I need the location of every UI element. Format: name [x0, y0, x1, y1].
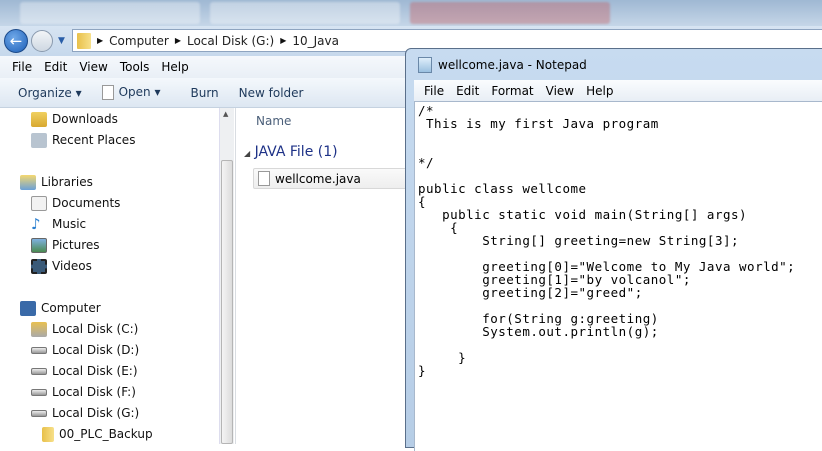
explorer-toolbar: Organize ▾ Open ▾ Burn New folder [0, 78, 405, 108]
menu-help[interactable]: Help [155, 60, 194, 74]
navigation-pane: Downloads Recent Places Libraries Docume… [0, 108, 219, 444]
nav-label: Music [52, 217, 87, 231]
menu-format[interactable]: Format [485, 84, 539, 98]
chevron-right-icon[interactable]: ▶ [97, 36, 103, 45]
drive-icon [31, 346, 47, 354]
nav-music[interactable]: ♪ Music [31, 214, 86, 234]
nav-videos[interactable]: Videos [31, 256, 92, 276]
nav-local-disk-c[interactable]: Local Disk (C:) [31, 319, 138, 339]
nav-local-disk-e[interactable]: Local Disk (E:) [31, 361, 138, 381]
pictures-icon [31, 237, 47, 253]
nav-label: Recent Places [52, 133, 136, 147]
nav-label: Videos [52, 259, 92, 273]
chevron-right-icon[interactable]: ▶ [280, 36, 286, 45]
notepad-window: wellcome.java - Notepad File Edit Format… [405, 48, 822, 451]
recent-pages-dropdown[interactable]: ▼ [58, 36, 65, 46]
nav-label: Pictures [52, 238, 100, 252]
forward-button[interactable] [31, 30, 53, 52]
notepad-title-bar[interactable]: wellcome.java - Notepad [418, 57, 587, 73]
nav-recent-places[interactable]: Recent Places [31, 130, 135, 150]
background-taskbar [0, 0, 822, 26]
nav-computer[interactable]: Computer [20, 298, 101, 318]
new-folder-button[interactable]: New folder [239, 86, 304, 100]
nav-label: Local Disk (D:) [52, 343, 140, 357]
file-item[interactable]: wellcome.java [253, 168, 413, 189]
chevron-right-icon[interactable]: ▶ [175, 36, 181, 45]
nav-label: Local Disk (C:) [52, 322, 139, 336]
back-button[interactable]: ← [4, 29, 28, 53]
documents-icon [31, 195, 47, 211]
notepad-icon [418, 57, 432, 73]
file-icon [258, 171, 270, 186]
nav-local-disk-f[interactable]: Local Disk (F:) [31, 382, 136, 402]
file-list: Name ◢ JAVA File (1) wellcome.java [235, 108, 413, 444]
blurred-window-tab [410, 2, 610, 24]
group-header[interactable]: ◢ JAVA File (1) [244, 144, 338, 160]
menu-file[interactable]: File [418, 84, 450, 98]
breadcrumb-computer[interactable]: Computer [109, 34, 169, 48]
editor-content[interactable]: /* This is my first Java program */ publ… [418, 104, 795, 377]
menu-help[interactable]: Help [580, 84, 619, 98]
nav-label: 00_PLC_Backup [59, 427, 153, 441]
nav-label: Local Disk (F:) [52, 385, 136, 399]
drive-icon [31, 409, 47, 417]
drive-icon [31, 388, 47, 396]
libraries-icon [20, 174, 36, 190]
menu-edit[interactable]: Edit [450, 84, 485, 98]
breadcrumb-local-disk-g[interactable]: Local Disk (G:) [187, 34, 274, 48]
blurred-window-tab [210, 2, 400, 24]
notepad-menu-bar: File Edit Format View Help [414, 80, 822, 101]
folder-icon [77, 32, 91, 49]
nav-label: Local Disk (G:) [52, 406, 140, 420]
open-button[interactable]: Open ▾ [101, 85, 161, 100]
nav-00-plc-backup[interactable]: 00_PLC_Backup [42, 424, 153, 444]
file-name: wellcome.java [275, 171, 361, 186]
group-header-label: JAVA File (1) [254, 144, 338, 160]
nav-label: Documents [52, 196, 121, 210]
nav-label: Local Disk (E:) [52, 364, 138, 378]
document-icon [101, 85, 114, 100]
collapse-icon: ◢ [244, 149, 251, 158]
videos-icon [31, 258, 47, 274]
blurred-window-tab [20, 2, 200, 24]
downloads-icon [31, 111, 47, 127]
organize-button[interactable]: Organize ▾ [18, 86, 82, 100]
scroll-up-icon[interactable]: ▲ [223, 110, 228, 118]
drive-icon [31, 367, 47, 375]
text-editor[interactable]: /* This is my first Java program */ publ… [414, 101, 822, 451]
menu-view[interactable]: View [540, 84, 580, 98]
nav-libraries[interactable]: Libraries [20, 172, 93, 192]
drive-icon [31, 321, 47, 337]
nav-local-disk-g[interactable]: Local Disk (G:) [31, 403, 139, 423]
folder-icon [42, 426, 54, 442]
nav-pictures[interactable]: Pictures [31, 235, 100, 255]
nav-local-disk-d[interactable]: Local Disk (D:) [31, 340, 139, 360]
breadcrumb-10-java[interactable]: 10_Java [292, 34, 339, 48]
computer-icon [20, 300, 36, 316]
nav-downloads[interactable]: Downloads [31, 109, 118, 129]
nav-label: Libraries [41, 175, 93, 189]
window-title: wellcome.java - Notepad [438, 58, 587, 72]
menu-file[interactable]: File [6, 60, 38, 74]
menu-view[interactable]: View [73, 60, 113, 74]
menu-tools[interactable]: Tools [114, 60, 156, 74]
column-header-name[interactable]: Name [256, 114, 291, 128]
explorer-menu-bar: File Edit View Tools Help [0, 56, 405, 78]
recent-places-icon [31, 132, 47, 148]
open-label: Open ▾ [118, 85, 161, 99]
navigation-pane-scrollbar[interactable]: ▲ [219, 108, 234, 444]
nav-documents[interactable]: Documents [31, 193, 120, 213]
burn-button[interactable]: Burn [191, 86, 219, 100]
nav-label: Computer [41, 301, 101, 315]
scrollbar-thumb[interactable] [221, 160, 233, 444]
music-icon: ♪ [31, 214, 41, 233]
nav-label: Downloads [52, 112, 118, 126]
menu-edit[interactable]: Edit [38, 60, 73, 74]
